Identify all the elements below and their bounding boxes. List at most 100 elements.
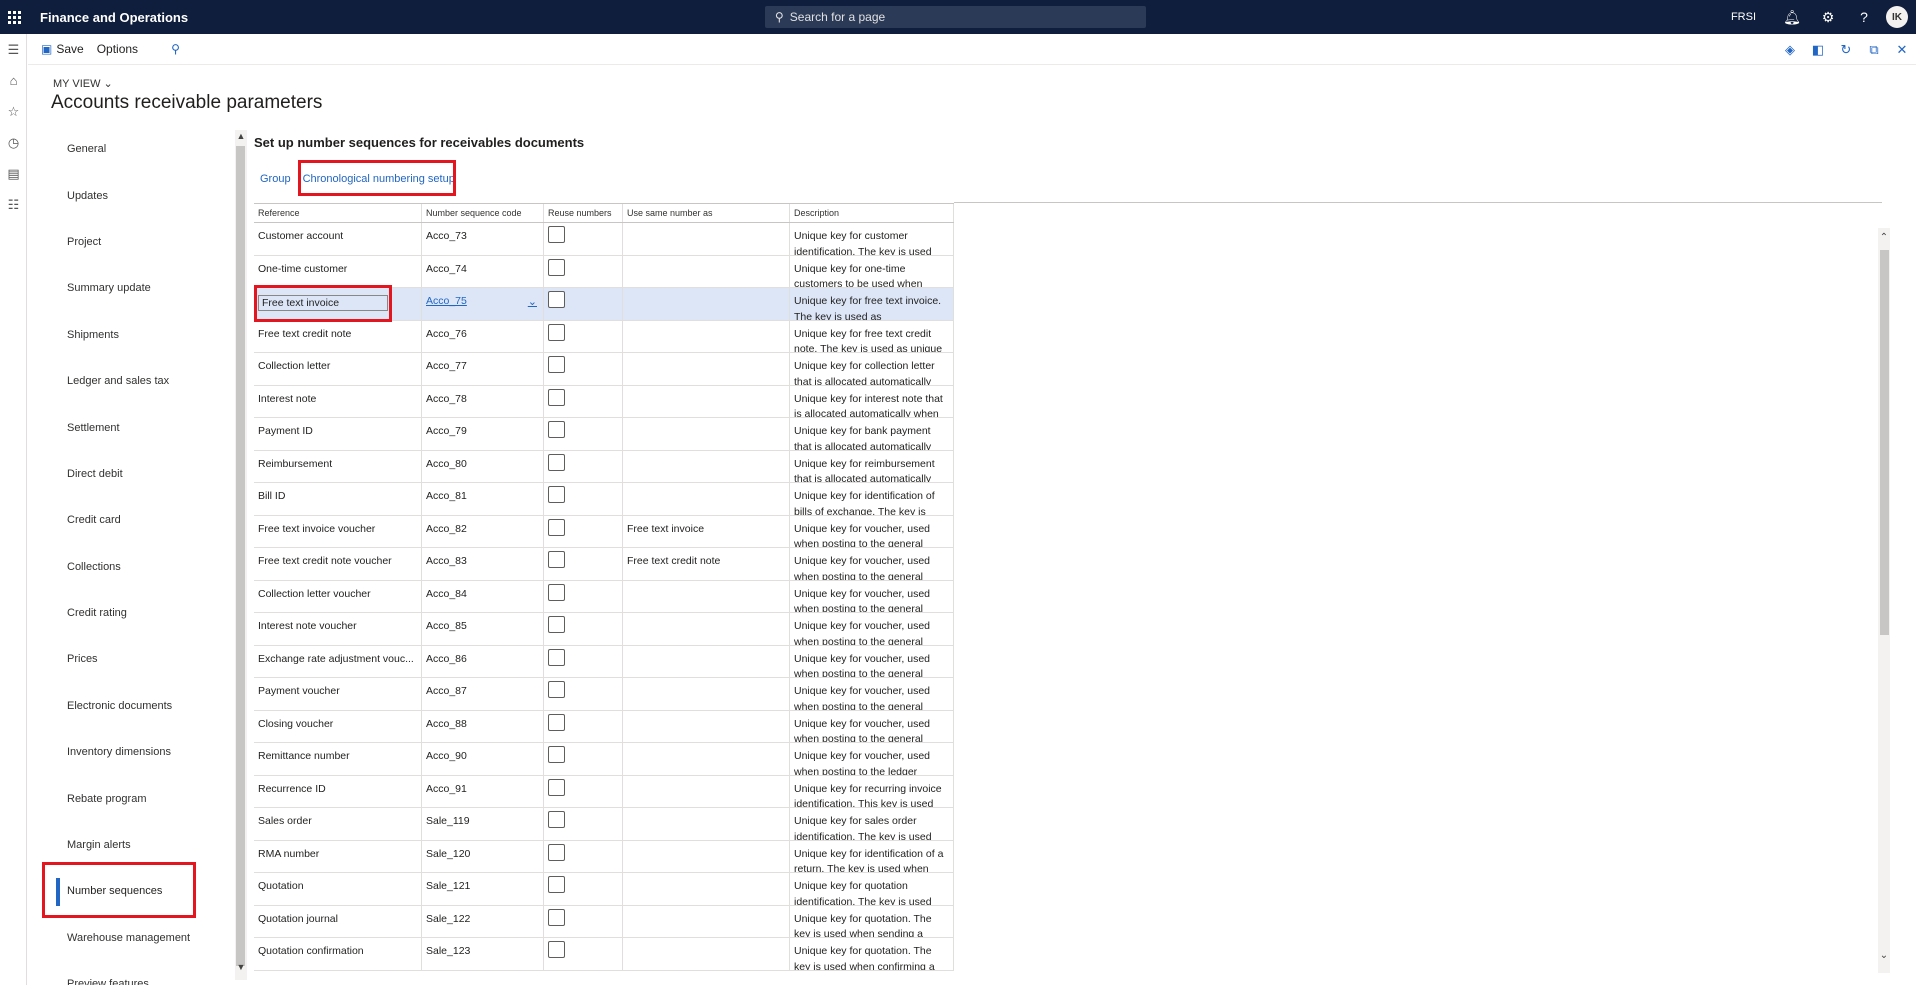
- group-button[interactable]: Group: [260, 173, 291, 185]
- description-cell[interactable]: Unique key for voucher, used when postin…: [790, 678, 954, 710]
- description-cell[interactable]: Unique key for identification of a retur…: [790, 840, 954, 872]
- nav-tab-collections[interactable]: Collections: [40, 544, 235, 590]
- reuse-numbers-checkbox[interactable]: [548, 291, 565, 308]
- reuse-numbers-checkbox[interactable]: [548, 323, 565, 341]
- reuse-numbers-checkbox[interactable]: [548, 713, 565, 731]
- header-use-same-number-as[interactable]: Use same number as: [623, 204, 790, 222]
- use-same-number-as-cell[interactable]: [623, 483, 790, 515]
- nav-tab-credit-rating[interactable]: Credit rating: [40, 590, 235, 636]
- close-icon[interactable]: ✕: [1888, 42, 1916, 58]
- help-icon[interactable]: ?: [1846, 0, 1882, 34]
- grid-scroll-up-icon[interactable]: ⌃: [1878, 232, 1890, 243]
- use-same-number-as-cell[interactable]: [623, 710, 790, 742]
- description-cell[interactable]: Unique key for voucher, used when postin…: [790, 613, 954, 645]
- description-cell[interactable]: Unique key for reimbursement that is all…: [790, 450, 954, 482]
- use-same-number-as-cell[interactable]: [623, 255, 790, 287]
- recent-clock-icon[interactable]: ◷: [0, 127, 27, 158]
- reference-cell[interactable]: Collection letter voucher: [254, 580, 422, 612]
- number-sequence-code-cell[interactable]: Sale_122: [422, 905, 544, 937]
- reuse-numbers-checkbox[interactable]: [548, 908, 565, 926]
- user-avatar[interactable]: IK: [1886, 6, 1908, 28]
- nav-tab-credit-card[interactable]: Credit card: [40, 497, 235, 543]
- reference-cell[interactable]: Closing voucher: [254, 710, 422, 742]
- use-same-number-as-cell[interactable]: [623, 840, 790, 872]
- nav-tab-updates[interactable]: Updates: [40, 172, 235, 218]
- table-row[interactable]: Quotation Sale_121 Unique key for quotatio…: [254, 873, 954, 906]
- save-button[interactable]: ▣ Save: [41, 34, 84, 65]
- workspaces-icon[interactable]: ▤: [0, 158, 27, 189]
- description-cell[interactable]: Unique key for quotation. The key is use…: [790, 905, 954, 937]
- reuse-numbers-checkbox[interactable]: [548, 486, 565, 503]
- options-button[interactable]: Options: [97, 34, 138, 65]
- reuse-numbers-checkbox[interactable]: [548, 746, 565, 763]
- office-icon[interactable]: ◧: [1804, 42, 1832, 58]
- header-reuse-numbers[interactable]: Reuse numbers: [544, 204, 623, 222]
- nav-scroll-up-icon[interactable]: ▲: [235, 131, 247, 141]
- number-sequence-code-cell[interactable]: Acco_86: [422, 645, 544, 677]
- use-same-number-as-cell[interactable]: Free text invoice: [623, 515, 790, 547]
- number-sequence-code-cell[interactable]: Acco_87: [422, 678, 544, 710]
- table-row[interactable]: Recurrence ID Acco_91 Unique key for recur…: [254, 775, 954, 808]
- number-sequence-code-cell[interactable]: Acco_74: [422, 255, 544, 287]
- lookup-chevron-down-icon[interactable]: ⌄: [528, 295, 537, 308]
- nav-tab-prices[interactable]: Prices: [40, 636, 235, 682]
- reference-cell[interactable]: Free text invoice voucher: [254, 515, 422, 547]
- table-row[interactable]: Customer account Acco_73 Unique key for cu…: [254, 223, 954, 256]
- use-same-number-as-cell[interactable]: [623, 320, 790, 352]
- header-reference[interactable]: Reference: [254, 204, 422, 222]
- table-row[interactable]: Free text credit note Acco_76 Unique key f…: [254, 320, 954, 353]
- table-row[interactable]: Collection letter voucher Acco_84 Unique k…: [254, 580, 954, 613]
- reference-cell[interactable]: Exchange rate adjustment vouc...: [254, 645, 422, 677]
- reference-cell[interactable]: One-time customer: [254, 255, 422, 287]
- reuse-numbers-checkbox[interactable]: [548, 388, 565, 406]
- nav-tab-general[interactable]: General: [40, 126, 235, 172]
- description-cell[interactable]: Unique key for voucher, used when postin…: [790, 645, 954, 677]
- reuse-numbers-checkbox[interactable]: [548, 941, 565, 958]
- reference-cell[interactable]: Quotation: [254, 873, 422, 905]
- nav-tab-ledger-and-sales-tax[interactable]: Ledger and sales tax: [40, 358, 235, 404]
- modules-list-icon[interactable]: ☷: [0, 189, 27, 220]
- table-row[interactable]: Reimbursement Acco_80 Unique key for reimb…: [254, 450, 954, 483]
- description-cell[interactable]: Unique key for sales order identificatio…: [790, 808, 954, 840]
- reuse-numbers-checkbox[interactable]: [548, 843, 565, 861]
- description-cell[interactable]: Unique key for voucher, used when postin…: [790, 548, 954, 580]
- use-same-number-as-cell[interactable]: [623, 418, 790, 450]
- nav-tab-warehouse-management[interactable]: Warehouse management: [40, 915, 235, 961]
- reuse-numbers-checkbox[interactable]: [548, 811, 565, 828]
- reference-cell[interactable]: Free text credit note voucher: [254, 548, 422, 580]
- number-sequence-code-cell[interactable]: Sale_119: [422, 808, 544, 840]
- description-cell[interactable]: Unique key for customer identification. …: [790, 223, 954, 255]
- reuse-numbers-checkbox[interactable]: [548, 453, 565, 471]
- nav-tab-summary-update[interactable]: Summary update: [40, 265, 235, 311]
- number-sequence-code-cell[interactable]: Acco_88: [422, 710, 544, 742]
- refresh-icon[interactable]: ↻: [1832, 42, 1860, 58]
- number-sequence-code-cell[interactable]: Acco_80: [422, 450, 544, 482]
- reuse-numbers-checkbox[interactable]: [548, 778, 565, 796]
- favorites-star-icon[interactable]: ☆: [0, 96, 27, 127]
- reuse-numbers-checkbox[interactable]: [548, 226, 565, 243]
- header-description[interactable]: Description: [790, 204, 954, 222]
- number-sequence-code-cell[interactable]: Acco_76: [422, 320, 544, 352]
- number-sequence-code-cell[interactable]: Acco_83: [422, 548, 544, 580]
- reference-cell[interactable]: RMA number: [254, 840, 422, 872]
- description-cell[interactable]: Unique key for interest note that is all…: [790, 385, 954, 417]
- number-sequence-code-cell[interactable]: Acco_79: [422, 418, 544, 450]
- notifications-icon[interactable]: 🔔︎: [1774, 0, 1810, 34]
- reference-cell[interactable]: Free text credit note: [254, 320, 422, 352]
- table-row[interactable]: Remittance number Acco_90 Unique key for v…: [254, 743, 954, 776]
- nav-tab-preview-features[interactable]: Preview features: [40, 961, 235, 985]
- find-search-icon[interactable]: ⚲: [151, 34, 184, 65]
- nav-tab-shipments[interactable]: Shipments: [40, 312, 235, 358]
- app-launcher-icon[interactable]: [0, 0, 28, 34]
- table-row[interactable]: Interest note voucher Acco_85 Unique key f…: [254, 613, 954, 646]
- table-row[interactable]: Free text invoice voucher Acco_82 Free tex…: [254, 515, 954, 548]
- number-sequence-code-cell[interactable]: Sale_123: [422, 938, 544, 970]
- description-cell[interactable]: Unique key for free text invoice. The ke…: [790, 288, 954, 320]
- table-row[interactable]: Bill ID Acco_81 Unique key for identificat…: [254, 483, 954, 516]
- number-sequence-code-cell[interactable]: Acco_84: [422, 580, 544, 612]
- reuse-numbers-checkbox[interactable]: [548, 681, 565, 698]
- use-same-number-as-cell[interactable]: [623, 645, 790, 677]
- reuse-numbers-checkbox[interactable]: [548, 356, 565, 373]
- nav-scrollbar-thumb[interactable]: [236, 146, 245, 966]
- table-row[interactable]: Sales order Sale_119 Unique key for sales …: [254, 808, 954, 841]
